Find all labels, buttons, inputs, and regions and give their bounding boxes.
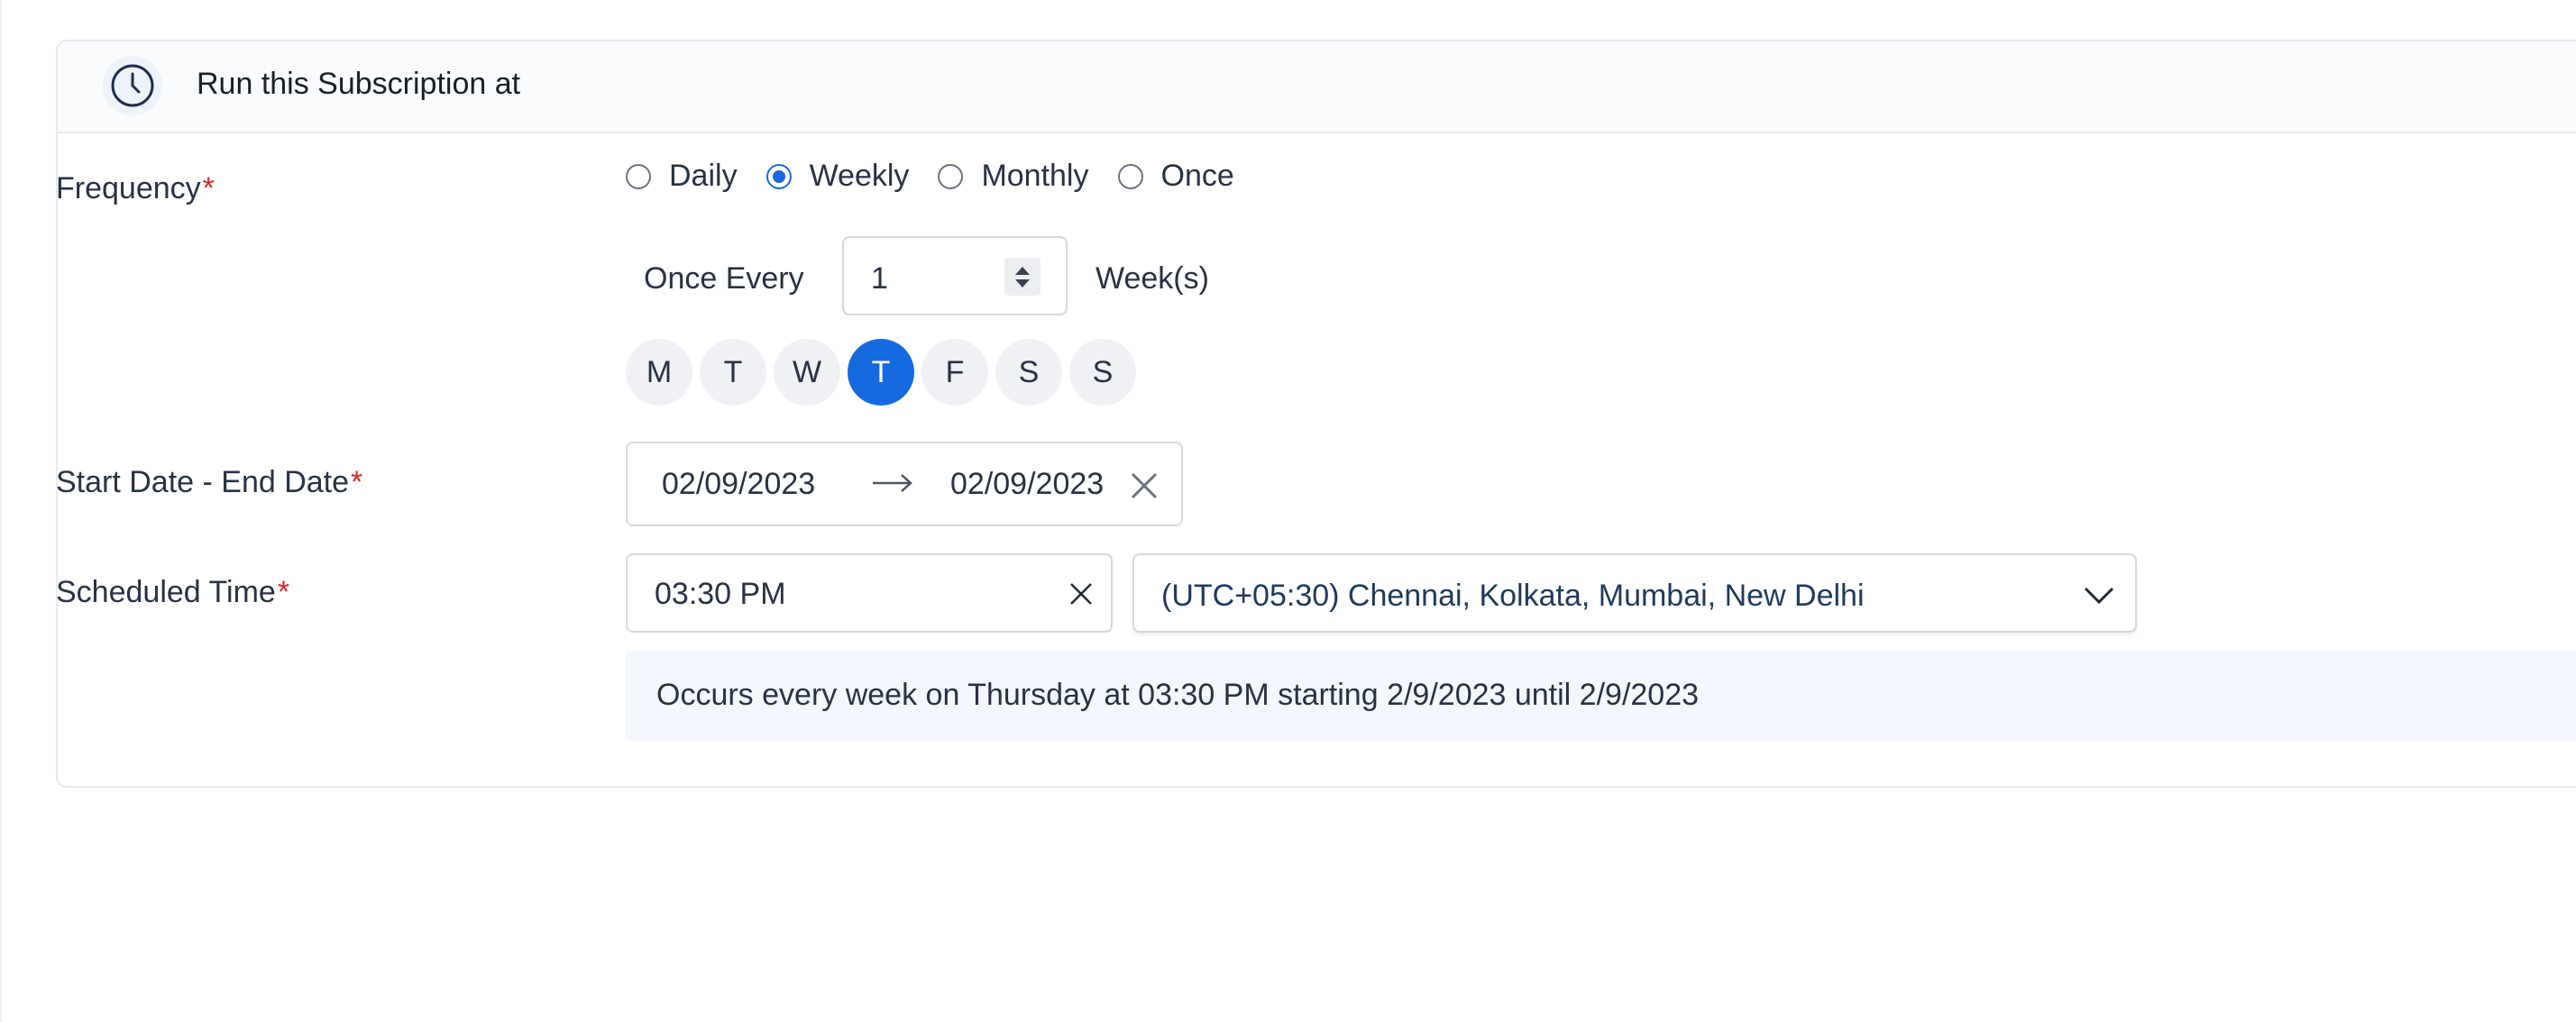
chevron-down-icon[interactable] <box>2083 584 2115 606</box>
timezone-value: (UTC+05:30) Chennai, Kolkata, Mumbai, Ne… <box>1161 579 1865 613</box>
interval-suffix: Week(s) <box>1095 261 1209 296</box>
radio-label-weekly: Weekly <box>809 159 910 193</box>
frequency-option-daily[interactable]: Daily <box>626 159 738 194</box>
arrow-right-icon <box>873 474 912 492</box>
required-mark: * <box>202 171 215 205</box>
frequency-label: Frequency* <box>56 171 215 206</box>
time-value[interactable]: 03:30 PM <box>655 577 786 612</box>
frequency-option-weekly[interactable]: Weekly <box>765 159 910 194</box>
interval-value[interactable]: 1 <box>871 261 888 297</box>
day-thursday[interactable]: T <box>848 339 914 406</box>
summary-text: Occurs every week on Thursday at 03:30 P… <box>656 678 1700 712</box>
day-saturday[interactable]: S <box>995 339 1062 406</box>
day-friday[interactable]: F <box>921 339 988 406</box>
frequency-label-text: Frequency <box>56 171 201 205</box>
frequency-option-monthly[interactable]: Monthly <box>938 159 1089 194</box>
scheduled-time-label-text: Scheduled Time <box>56 575 276 609</box>
card-title: Run this Subscription at <box>197 67 521 101</box>
interval-stepper[interactable]: 1 <box>842 236 1068 315</box>
close-icon[interactable] <box>1068 580 1095 607</box>
radio-label-monthly: Monthly <box>981 159 1089 193</box>
day-tuesday[interactable]: T <box>700 339 766 406</box>
timezone-select[interactable]: (UTC+05:30) Chennai, Kolkata, Mumbai, Ne… <box>1132 553 2137 633</box>
radio-weekly[interactable] <box>765 163 792 189</box>
frequency-option-once[interactable]: Once <box>1117 159 1234 194</box>
frequency-radio-group: Daily Weekly Monthly Once <box>626 159 1263 194</box>
page-left-border <box>0 0 2 1022</box>
stepper-up-icon[interactable] <box>1015 266 1030 275</box>
day-wednesday[interactable]: W <box>774 339 840 406</box>
stepper-down-icon[interactable] <box>1015 278 1030 287</box>
required-mark: * <box>277 575 290 609</box>
radio-once[interactable] <box>1117 163 1143 189</box>
date-range-label: Start Date - End Date* <box>56 465 362 500</box>
interval-prefix: Once Every <box>644 261 804 296</box>
schedule-summary: Occurs every week on Thursday at 03:30 P… <box>626 651 2576 741</box>
date-range-label-text: Start Date - End Date <box>56 465 350 499</box>
radio-label-once: Once <box>1160 159 1234 193</box>
time-input[interactable]: 03:30 PM <box>626 553 1113 633</box>
radio-label-daily: Daily <box>669 159 738 193</box>
stepper-arrows[interactable] <box>1004 258 1040 296</box>
card-header: Run this Subscription at <box>58 41 2576 133</box>
close-icon[interactable] <box>1129 470 1160 501</box>
start-date-input[interactable]: 02/09/2023 <box>662 467 815 502</box>
day-sunday[interactable]: S <box>1069 339 1136 406</box>
scheduled-time-label: Scheduled Time* <box>56 575 289 610</box>
date-range-picker[interactable]: 02/09/2023 02/09/2023 <box>626 442 1183 526</box>
radio-daily[interactable] <box>626 163 651 189</box>
end-date-input[interactable]: 02/09/2023 <box>950 467 1104 502</box>
clock-icon <box>103 56 162 115</box>
radio-monthly[interactable] <box>938 163 964 189</box>
day-monday[interactable]: M <box>626 339 692 406</box>
required-mark: * <box>351 465 363 499</box>
weekday-picker: M T W T F S S <box>626 339 1143 406</box>
